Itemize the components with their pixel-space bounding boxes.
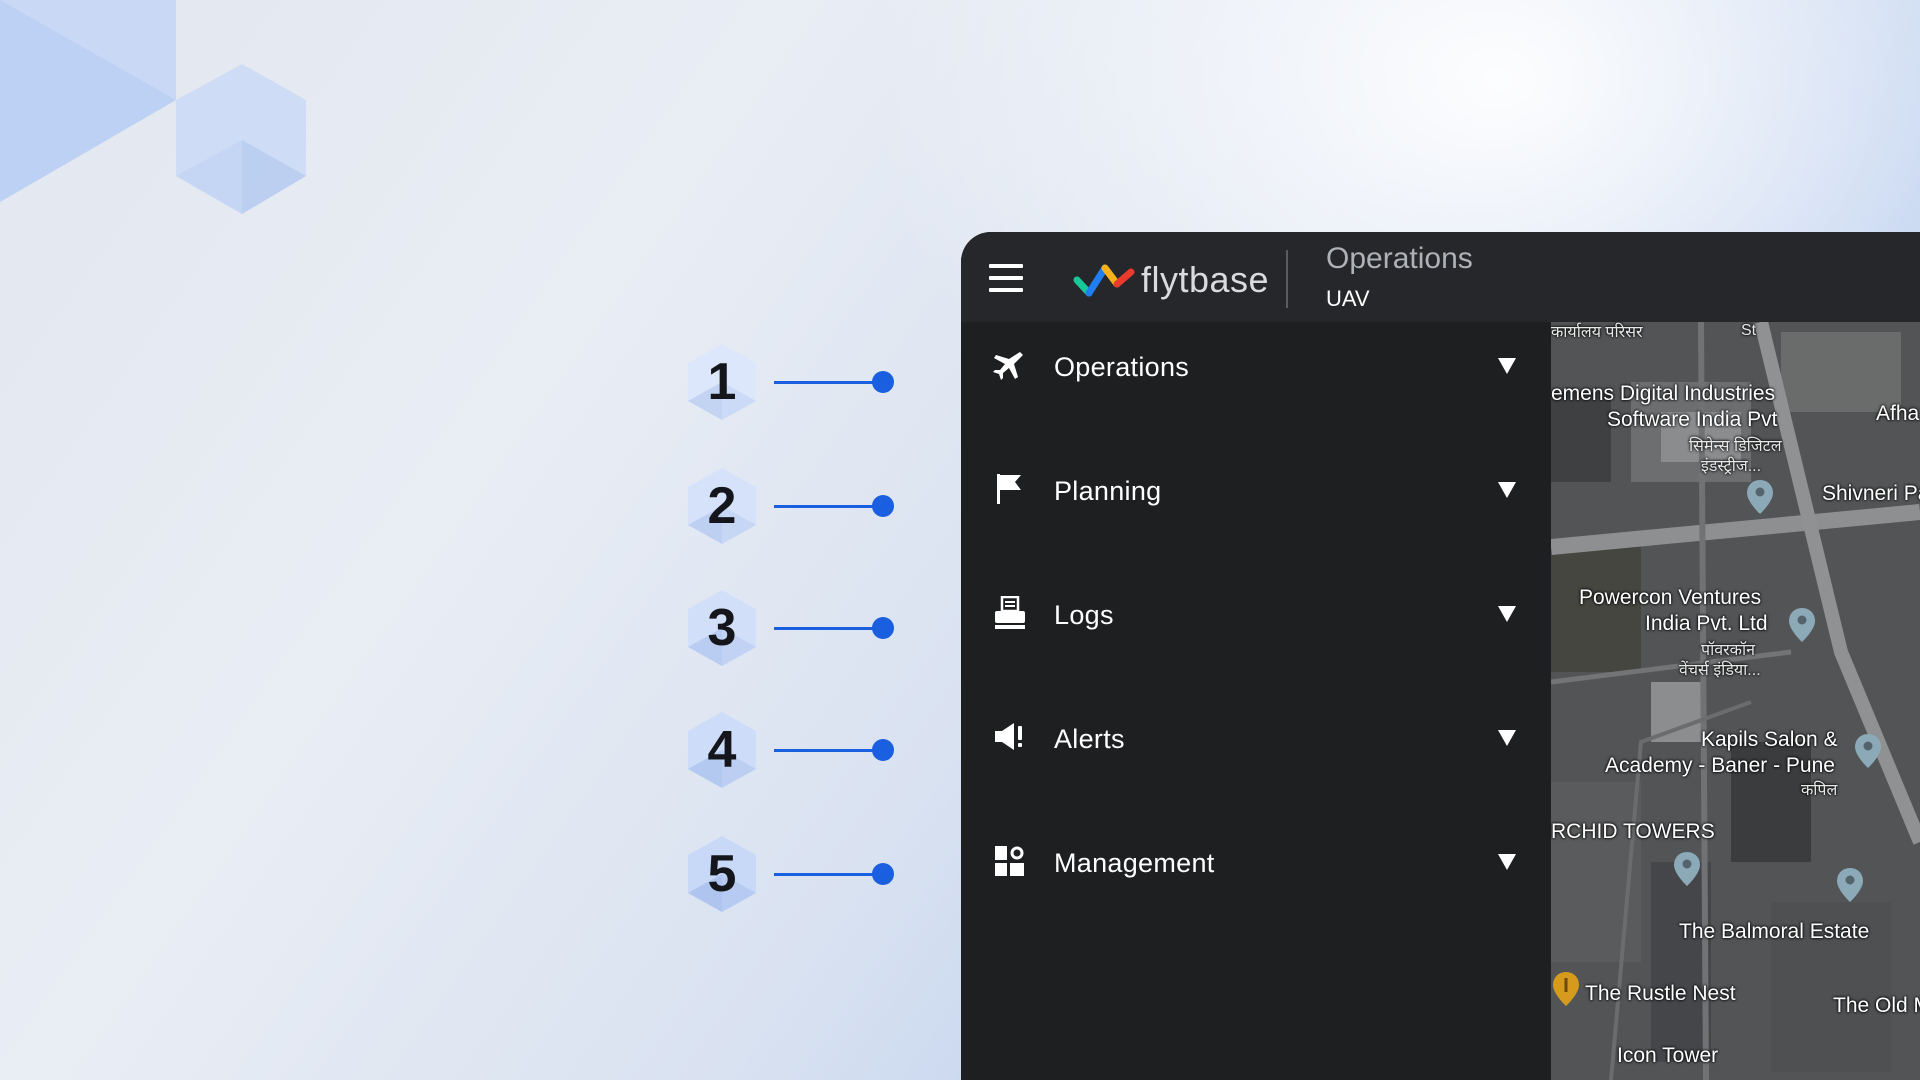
step-number: 4 [707, 721, 737, 779]
step-markers: 1 2 3 4 5 [680, 340, 920, 920]
flag-icon [997, 474, 1021, 504]
satellite-map[interactable]: कार्यालय परिसर emens Digital Industries … [1551, 322, 1920, 1080]
sidebar-item-label: Operations [1054, 352, 1190, 382]
map-label: Powercon Ventures [1579, 586, 1762, 609]
sidebar-item-management[interactable]: Management [961, 818, 1551, 918]
map-label: Academy - Baner - Pune [1605, 754, 1835, 777]
sidebar-item-logs[interactable]: Logs [961, 570, 1551, 670]
context-subtitle: UAV [1326, 286, 1370, 311]
sidebar-item-alerts[interactable]: Alerts [961, 694, 1551, 794]
map-label: The Old M [1833, 994, 1920, 1017]
step-number: 3 [707, 599, 737, 657]
brand-name: flytbase [1141, 259, 1270, 300]
sidebar-menu: Operations Planning Logs Alerts Manageme… [961, 322, 1551, 1080]
map-label: Shivneri Pa [1822, 482, 1920, 505]
map-label: कार्यालय परिसर [1551, 324, 1643, 341]
hexagon-badge: 1 [680, 340, 764, 424]
map-label: Kapils Salon & [1701, 728, 1838, 751]
megaphone-icon [995, 723, 1022, 750]
map-label: सिमेन्स डिजिटल [1689, 438, 1782, 455]
sidebar-item-label: Logs [1054, 600, 1114, 630]
hamburger-menu-icon[interactable] [989, 264, 1023, 292]
brand-logo[interactable]: flytbase [1073, 259, 1270, 300]
hexagon-badge: 4 [680, 708, 764, 792]
map-label: The Rustle Nest [1585, 982, 1736, 1005]
chevron-down-icon[interactable] [1498, 358, 1516, 374]
connector-line [774, 739, 894, 761]
map-pin-icon[interactable] [1855, 734, 1881, 768]
sidebar-item-label: Management [1054, 848, 1215, 878]
map-label: Icon Tower [1617, 1044, 1719, 1067]
context-title: Operations [1326, 242, 1473, 275]
step-number: 2 [707, 477, 737, 535]
chevron-down-icon[interactable] [1498, 482, 1516, 498]
map-label: इंडस्ट्रीज... [1701, 458, 1762, 475]
printer-icon [995, 596, 1025, 629]
decorative-shapes [0, 0, 306, 214]
map-label: Afha [1876, 402, 1920, 425]
hexagon-badge: 5 [680, 832, 764, 916]
map-label: वेंचर्स इंडिया... [1679, 662, 1761, 679]
map-pin-icon[interactable] [1674, 852, 1700, 886]
sidebar-item-label: Planning [1054, 476, 1162, 506]
connector-line [774, 495, 894, 517]
map-pin-icon[interactable] [1789, 608, 1815, 642]
chevron-down-icon[interactable] [1498, 730, 1516, 746]
map-label: emens Digital Industries [1551, 382, 1776, 405]
header-divider [1286, 250, 1288, 308]
step-number: 1 [707, 353, 737, 411]
map-label: पॉवरकॉन [1701, 642, 1755, 659]
chevron-down-icon[interactable] [1498, 606, 1516, 622]
sidebar-item-planning[interactable]: Planning [961, 446, 1551, 546]
map-label: कपिल [1801, 782, 1838, 799]
step-marker-2: 2 [680, 464, 920, 548]
connector-line [774, 371, 894, 393]
top-bar: flytbase Operations UAV [961, 232, 1920, 322]
app-window: flytbase Operations UAV Operations Plann… [961, 232, 1920, 1080]
map-label: RCHID TOWERS [1551, 820, 1715, 843]
step-marker-5: 5 [680, 832, 920, 916]
step-marker-1: 1 [680, 340, 920, 424]
map-label: St [1741, 322, 1757, 339]
sidebar-item-operations[interactable]: Operations [961, 322, 1551, 422]
map-label: The Balmoral Estate [1679, 920, 1870, 943]
restaurant-pin-icon[interactable] [1553, 972, 1579, 1006]
chevron-down-icon[interactable] [1498, 854, 1516, 870]
flytbase-logo-icon [1073, 264, 1135, 297]
step-number: 5 [707, 845, 737, 903]
hexagon-badge: 2 [680, 464, 764, 548]
map-pin-icon[interactable] [1837, 868, 1863, 902]
sidebar-item-label: Alerts [1054, 724, 1125, 754]
map-label: Software India Pvt [1607, 408, 1778, 431]
step-marker-3: 3 [680, 586, 920, 670]
connector-line [774, 617, 894, 639]
connector-line [774, 863, 894, 885]
hexagon-badge: 3 [680, 586, 764, 670]
step-marker-4: 4 [680, 708, 920, 792]
map-pin-icon[interactable] [1747, 480, 1773, 514]
airplane-icon [993, 352, 1023, 380]
map-label: India Pvt. Ltd [1645, 612, 1768, 635]
dashboard-icon [995, 846, 1024, 876]
